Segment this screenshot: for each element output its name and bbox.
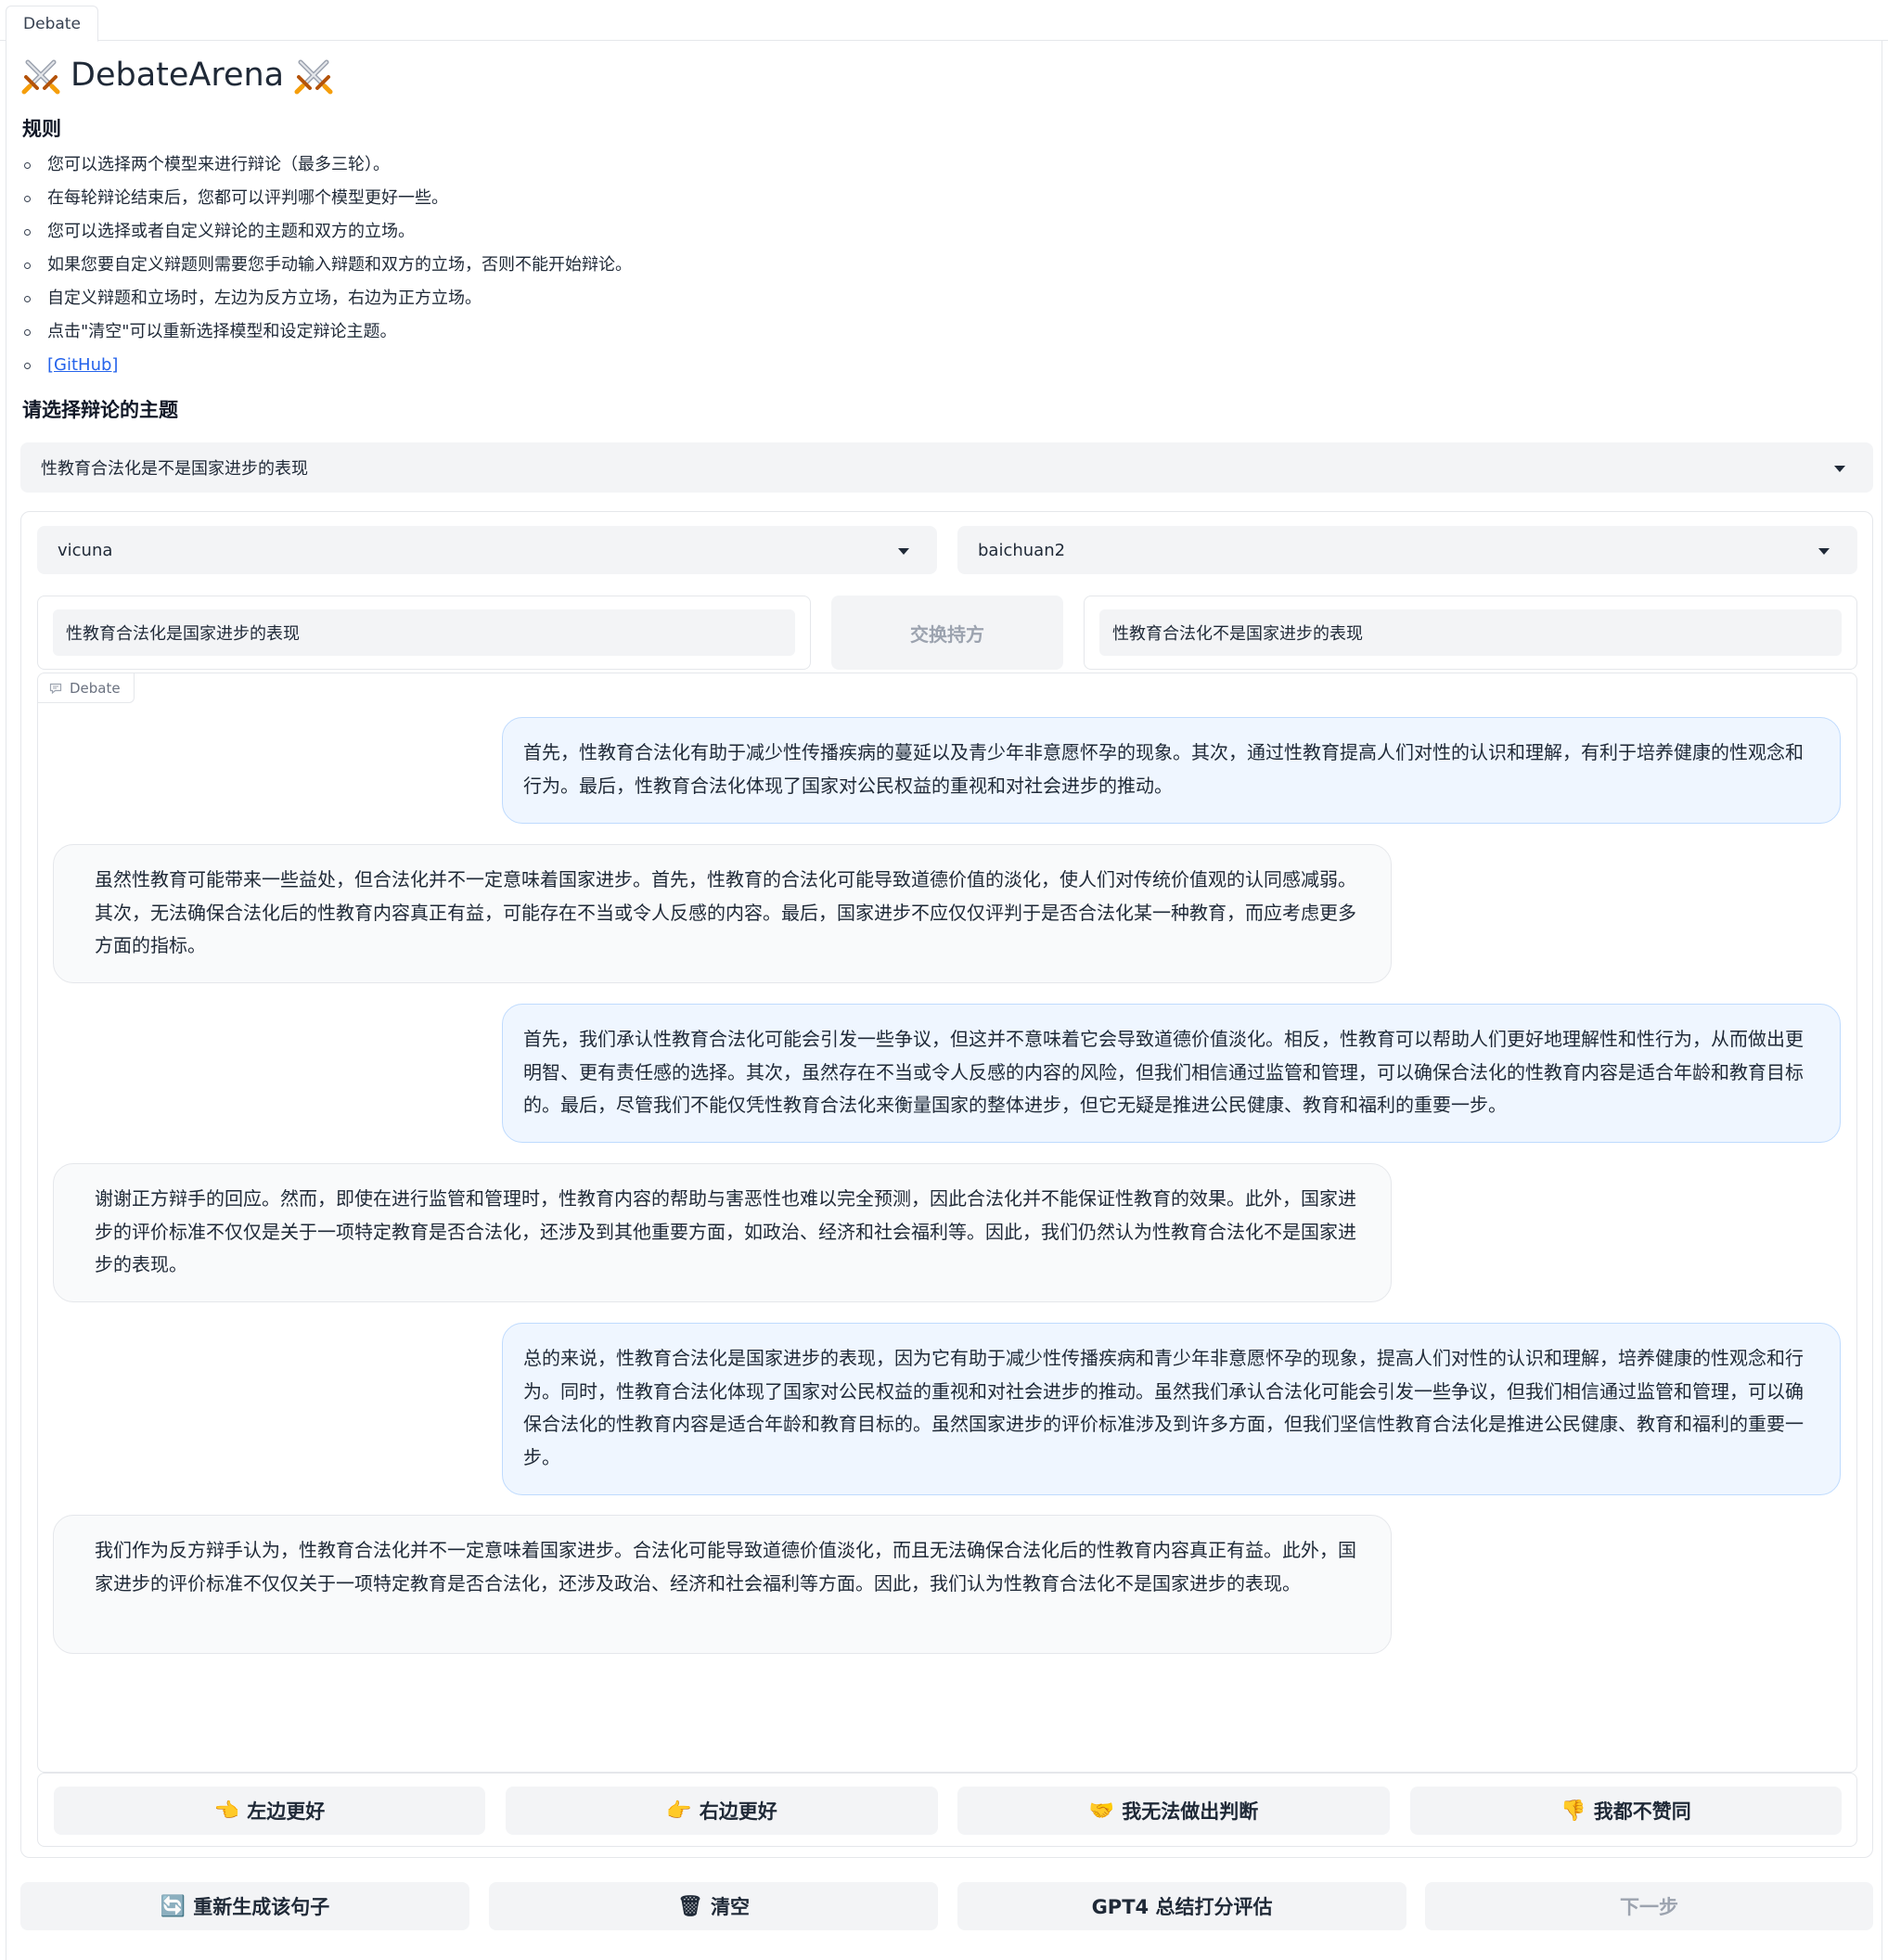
chat-message-right: 首先，我们承认性教育合法化可能会引发一些争议，但这并不意味着它会导致道德价值淡化…: [502, 1004, 1841, 1143]
chevron-down-icon: [1834, 466, 1845, 472]
bullet-icon: [24, 295, 31, 302]
debate-chatbot[interactable]: Debate 首先，性教育合法化有助于减少性传播疾病的蔓延以及青少年非意愿怀孕的…: [37, 673, 1857, 1773]
github-link[interactable]: [GitHub]: [47, 349, 118, 382]
app-title: DebateArena: [71, 57, 285, 94]
list-item: 如果您要自定义辩题则需要您手动输入辩题和双方的立场，否则不能开始辩论。: [22, 249, 632, 282]
rule-text: 您可以选择两个模型来进行辩论（最多三轮）。: [47, 155, 390, 174]
tab-debate[interactable]: Debate: [6, 6, 98, 42]
list-item: 您可以选择两个模型来进行辩论（最多三轮）。: [22, 148, 632, 182]
next-step-label: 下一步: [1620, 1896, 1678, 1918]
cannot-judge-button[interactable]: 🤝 我无法做出判断: [957, 1787, 1390, 1835]
chevron-down-icon: [1818, 548, 1830, 555]
point-left-icon: 👈: [213, 1799, 240, 1823]
bullet-icon: [24, 328, 31, 336]
right-model-value: baichuan2: [978, 540, 1066, 560]
crossed-swords-icon: [21, 59, 60, 95]
right-better-label: 右边更好: [699, 1800, 777, 1823]
topic-dropdown[interactable]: 性教育合法化是不是国家进步的表现: [20, 442, 1873, 493]
regenerate-label: 重新生成该句子: [193, 1896, 330, 1918]
chat-message-left: 谢谢正方辩手的回应。然而，即使在进行监管和管理时，性教育内容的帮助与害恶性也难以…: [53, 1163, 1392, 1302]
rule-text: 自定义辩题和立场时，左边为反方立场，右边为正方立场。: [47, 288, 482, 308]
list-item: 自定义辩题和立场时，左边为反方立场，右边为正方立场。: [22, 282, 632, 315]
list-item: [GitHub]: [22, 349, 632, 382]
chat-message-right: 首先，性教育合法化有助于减少性传播疾病的蔓延以及青少年非意愿怀孕的现象。其次，通…: [502, 717, 1841, 824]
rules-list: 您可以选择两个模型来进行辩论（最多三轮）。 在每轮辩论结束后，您都可以评判哪个模…: [22, 148, 632, 382]
bullet-icon: [24, 195, 31, 202]
chatbot-label-text: Debate: [70, 679, 121, 697]
clear-button[interactable]: 🗑 清空: [489, 1882, 938, 1930]
right-better-button[interactable]: 👉 右边更好: [506, 1787, 938, 1835]
chat-icon: [49, 683, 62, 694]
neither-button[interactable]: 👎 我都不赞同: [1410, 1787, 1842, 1835]
list-item: 点击"清空"可以重新选择模型和设定辩论主题。: [22, 315, 632, 349]
gpt4-evaluate-button[interactable]: GPT4 总结打分评估: [957, 1882, 1406, 1930]
list-item: 您可以选择或者自定义辩论的主题和双方的立场。: [22, 215, 632, 249]
chat-message-left: 我们作为反方辩手认为，性教育合法化并不一定意味着国家进步。合法化可能导致道德价值…: [53, 1515, 1392, 1654]
swap-stance-button[interactable]: 交换持方: [831, 596, 1063, 670]
next-step-button[interactable]: 下一步: [1425, 1882, 1873, 1930]
chat-message-left: 虽然性教育可能带来一些益处，但合法化并不一定意味着国家进步。首先，性教育的合法化…: [53, 844, 1392, 983]
chatbot-label: Debate: [38, 673, 135, 703]
bullet-icon: [24, 161, 31, 169]
neither-label: 我都不赞同: [1593, 1800, 1691, 1823]
gpt4-evaluate-label: GPT4 总结打分评估: [1091, 1896, 1273, 1918]
chevron-down-icon: [898, 548, 909, 555]
bullet-icon: [24, 362, 31, 369]
rule-text: 您可以选择或者自定义辩论的主题和双方的立场。: [47, 222, 415, 241]
bullet-icon: [24, 262, 31, 269]
clear-label: 清空: [710, 1896, 750, 1918]
right-stance-input[interactable]: 性教育合法化不是国家进步的表现: [1099, 609, 1842, 656]
chat-message-right: 总的来说，性教育合法化是国家进步的表现，因为它有助于减少性传播疾病和青少年非意愿…: [502, 1323, 1841, 1495]
point-right-icon: 👉: [666, 1799, 692, 1823]
refresh-icon: 🔄: [160, 1894, 186, 1918]
right-model-dropdown[interactable]: baichuan2: [957, 526, 1857, 574]
handshake-icon: 🤝: [1088, 1799, 1115, 1823]
left-better-button[interactable]: 👈 左边更好: [54, 1787, 485, 1835]
page-title: DebateArena: [20, 52, 334, 98]
topic-selected-value: 性教育合法化是不是国家进步的表现: [41, 459, 308, 479]
left-stance-box: 性教育合法化是国家进步的表现: [37, 596, 811, 670]
right-stance-box: 性教育合法化不是国家进步的表现: [1084, 596, 1857, 670]
trash-icon: 🗑: [677, 1894, 703, 1918]
left-model-value: vicuna: [58, 540, 113, 560]
bullet-icon: [24, 228, 31, 236]
thumbs-down-icon: 👎: [1560, 1799, 1586, 1823]
topic-heading: 请选择辩论的主题: [22, 399, 178, 421]
rule-text: 在每轮辩论结束后，您都可以评判哪个模型更好一些。: [47, 188, 448, 208]
list-item: 在每轮辩论结束后，您都可以评判哪个模型更好一些。: [22, 182, 632, 215]
rule-text: 点击"清空"可以重新选择模型和设定辩论主题。: [47, 322, 397, 341]
rule-text: 如果您要自定义辩题则需要您手动输入辩题和双方的立场，否则不能开始辩论。: [47, 255, 632, 275]
rules-heading: 规则: [22, 118, 61, 140]
left-model-dropdown[interactable]: vicuna: [37, 526, 937, 574]
left-better-label: 左边更好: [247, 1800, 326, 1823]
left-stance-input[interactable]: 性教育合法化是国家进步的表现: [53, 609, 795, 656]
tab-bar: Debate: [0, 0, 1888, 42]
cannot-judge-label: 我无法做出判断: [1122, 1800, 1259, 1823]
regenerate-button[interactable]: 🔄 重新生成该句子: [20, 1882, 469, 1930]
crossed-swords-icon: [294, 59, 333, 95]
